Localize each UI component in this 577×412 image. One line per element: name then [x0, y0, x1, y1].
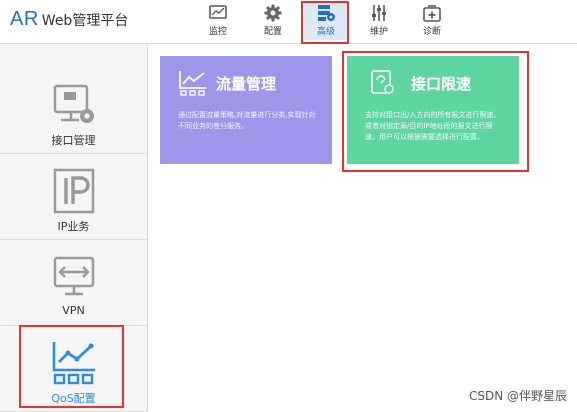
brand: AR Web管理平台 [10, 8, 128, 31]
nav-label: 配置 [263, 27, 282, 37]
watermark: CSDN @伴野星辰 [468, 389, 567, 403]
advanced-icon [318, 5, 335, 21]
app-root: AR Web管理平台 监控 配置 高级 维护 诊断 接口管理 IP业务 VPN … [0, 0, 577, 412]
sidebar-item-interface[interactable]: 接口管理 [0, 68, 147, 154]
medkit-icon [423, 5, 441, 22]
sidebar-item-ip[interactable]: IP业务 [0, 154, 147, 240]
nav-monitor[interactable]: 监控 [196, 2, 240, 40]
card-description: 通过配置流量策略,对流量进行分类,实现针对不同业务的差分服务。 [178, 111, 316, 130]
card-interface-rate-limit[interactable]: 接口限速 支持对接口出/入方向的所有报文进行限速，或者对指定源/目的IP地址段的… [347, 56, 519, 164]
nav-advanced[interactable]: 高级 [304, 2, 348, 40]
sidebar-item-label: VPN [62, 304, 85, 317]
sidebar-item-label: IP业务 [57, 220, 90, 233]
top-header: AR Web管理平台 监控 配置 高级 维护 诊断 [0, 0, 577, 44]
ip-icon [53, 168, 94, 214]
nav-label: 诊断 [422, 27, 441, 37]
card-title: 接口限速 [411, 74, 472, 93]
nav-label: 维护 [369, 27, 388, 37]
brand-name: Web管理平台 [41, 13, 129, 29]
card-title: 流量管理 [216, 74, 277, 93]
nav-label: 高级 [316, 27, 335, 37]
nav-maintain[interactable]: 维护 [357, 2, 401, 40]
sidebar-item-label: 接口管理 [51, 134, 96, 147]
nav-label: 监控 [208, 27, 227, 37]
qos-chart-icon [52, 342, 95, 385]
sidebar: 接口管理 IP业务 VPN QoS配置 [0, 44, 148, 412]
monitor-icon [209, 5, 227, 19]
card-description: 支持对接口出/入方向的所有报文进行限速，或者对指定源/目的IP地址段的报文进行限… [365, 111, 501, 141]
sidebar-item-vpn[interactable]: VPN [0, 240, 147, 326]
sidebar-item-qos[interactable]: QoS配置 [0, 326, 147, 412]
nav-config[interactable]: 配置 [251, 2, 295, 40]
interface-limit-icon [371, 70, 394, 94]
gear-icon [264, 4, 282, 22]
card-traffic-management[interactable]: 流量管理 通过配置流量策略,对流量进行分类,实现针对不同业务的差分服务。 [160, 56, 332, 164]
nav-diagnose[interactable]: 诊断 [410, 2, 454, 40]
vpn-icon [53, 256, 94, 296]
sliders-icon [372, 5, 386, 21]
traffic-chart-icon [179, 71, 206, 96]
sidebar-item-label: QoS配置 [51, 392, 96, 405]
brand-logo: AR [10, 8, 39, 30]
interface-gear-icon [53, 84, 94, 123]
